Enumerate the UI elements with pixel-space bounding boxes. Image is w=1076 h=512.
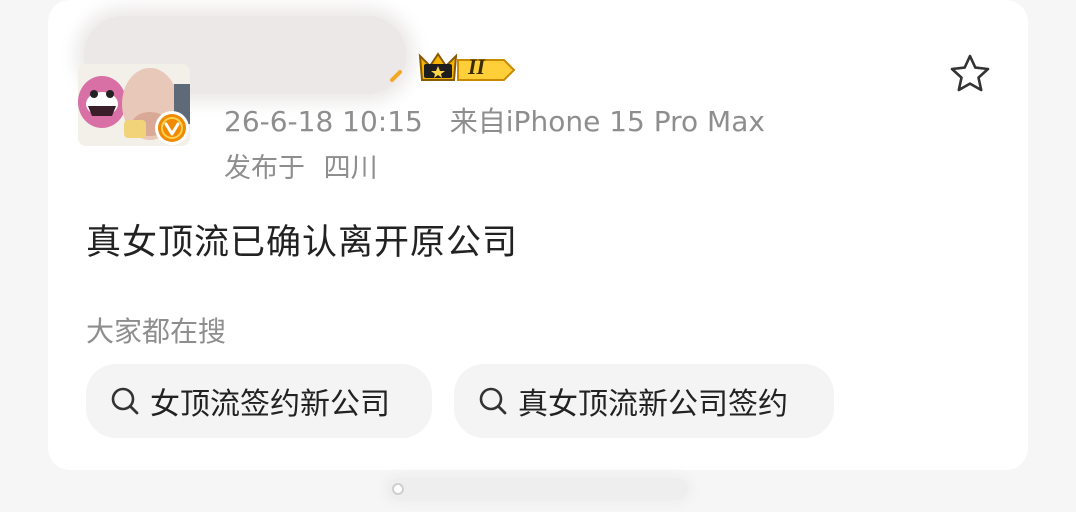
search-suggestion-label: 真女顶流新公司签约 bbox=[518, 387, 788, 422]
search-suggestion-chip[interactable]: 女顶流签约新公司 bbox=[86, 364, 432, 438]
search-icon bbox=[479, 387, 507, 415]
trending-search-title: 大家都在搜 bbox=[86, 315, 227, 348]
watermark-dot bbox=[392, 483, 404, 495]
post-timestamp: 26-6-18 10:15 bbox=[224, 105, 423, 138]
location-prefix: 发布于 bbox=[224, 153, 305, 184]
watermark-blurred bbox=[388, 478, 688, 500]
post-meta: 26-6-18 10:15 来自iPhone 15 Pro Max bbox=[224, 100, 765, 140]
page: II 26-6-18 10:15 来自iPhone 15 Pro Max 发布于… bbox=[0, 0, 1076, 512]
member-level-badge[interactable]: II bbox=[386, 50, 516, 86]
search-suggestion-label: 女顶流签约新公司 bbox=[150, 387, 390, 422]
location-value: 四川 bbox=[323, 153, 378, 184]
post-text: 真女顶流已确认离开原公司 bbox=[86, 223, 519, 263]
post-location: 发布于 四川 bbox=[224, 146, 378, 185]
verified-badge-icon bbox=[154, 110, 190, 146]
level-text: II bbox=[468, 54, 486, 79]
post-source: 来自iPhone 15 Pro Max bbox=[449, 105, 765, 138]
search-icon bbox=[111, 387, 139, 415]
search-suggestion-chip[interactable]: 真女顶流新公司签约 bbox=[454, 364, 834, 438]
star-icon[interactable] bbox=[948, 52, 992, 96]
